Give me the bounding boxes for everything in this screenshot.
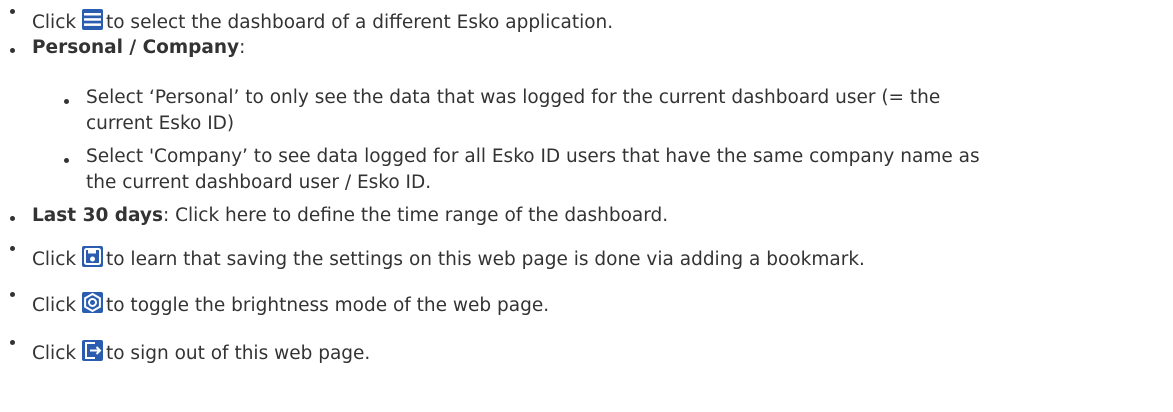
list-item: Click to toggle the brightness mode of t… <box>32 292 549 319</box>
item-text-pre: Click <box>32 249 77 270</box>
item-text-post: to select the dashboard of a different E… <box>105 12 614 33</box>
sub-item-line: Select ‘Personal’ to only see the data t… <box>86 87 941 108</box>
list-item: Last 30 days: Click here to define the t… <box>32 203 668 229</box>
bullet <box>10 246 15 251</box>
list-item: Click to sign out of this web page. <box>32 340 370 367</box>
item-text-rest: : Click here to define the time range of… <box>162 205 669 226</box>
bullet <box>10 292 15 297</box>
save-disk-icon[interactable] <box>81 246 103 267</box>
brightness-gear-icon[interactable] <box>81 292 103 313</box>
document-body: Click to select the dashboard of a diffe… <box>0 0 1173 412</box>
item-bold-label: Personal / Company <box>32 37 240 58</box>
item-text-pre: Click <box>32 12 77 33</box>
item-bold-label: Last 30 days <box>32 205 163 226</box>
sub-bullet <box>64 158 69 163</box>
sub-item-line: Select 'Company’ to see data logged for … <box>86 146 980 167</box>
bullet <box>10 340 15 345</box>
sign-out-icon[interactable] <box>81 340 103 361</box>
bullet <box>10 216 15 221</box>
list-item: Personal / Company: <box>32 35 245 61</box>
sub-list-item: Select ‘Personal’ to only see the data t… <box>86 85 940 137</box>
list-item: Click to learn that saving the settings … <box>32 246 865 273</box>
sub-item-line: current Esko ID) <box>86 113 235 134</box>
sub-item-line: the current dashboard user / Esko ID. <box>86 172 432 193</box>
item-text-pre: Click <box>32 295 77 316</box>
item-text-rest: : <box>239 37 246 58</box>
item-text-post: to learn that saving the settings on thi… <box>105 249 865 270</box>
item-text-post: to sign out of this web page. <box>105 343 371 364</box>
hamburger-menu-icon[interactable] <box>81 9 103 30</box>
list-item: Click to select the dashboard of a diffe… <box>32 9 613 36</box>
sub-bullet <box>64 99 69 104</box>
item-text-post: to toggle the brightness mode of the web… <box>105 295 550 316</box>
item-text-pre: Click <box>32 343 77 364</box>
bullet <box>10 48 15 53</box>
sub-list-item: Select 'Company’ to see data logged for … <box>86 144 980 196</box>
bullet <box>10 9 15 14</box>
